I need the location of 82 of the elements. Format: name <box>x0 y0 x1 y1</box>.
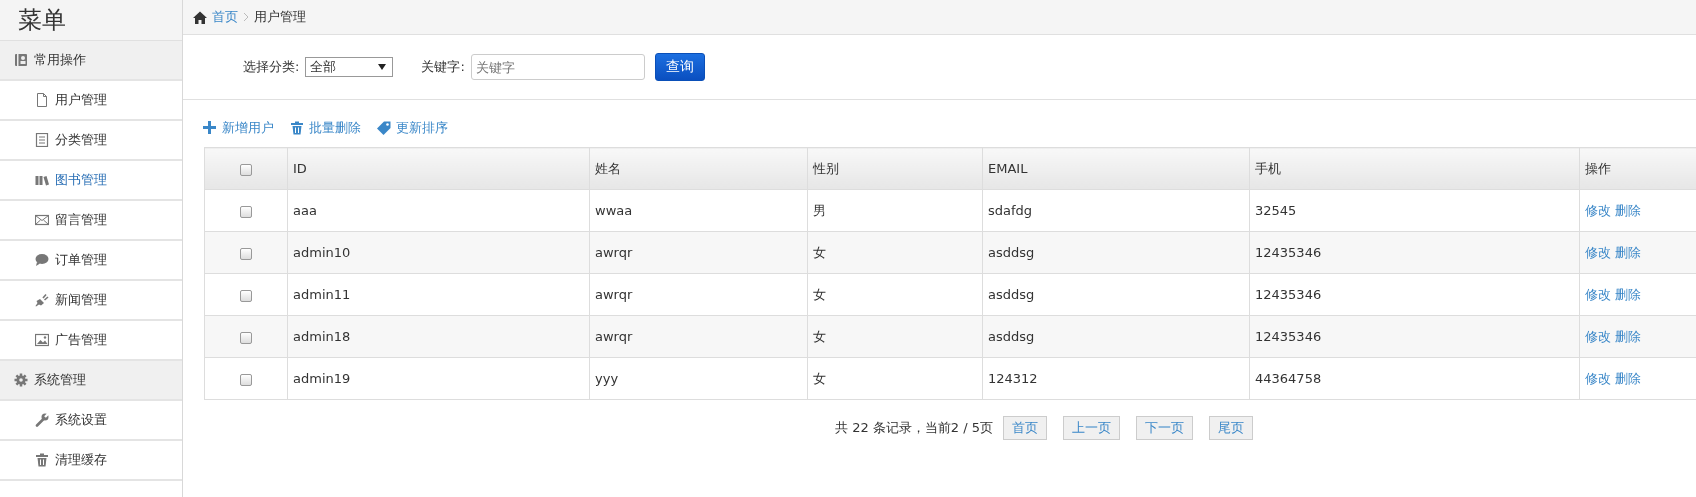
column-header: EMAIL <box>982 147 1250 190</box>
page-button[interactable]: 下一页 <box>1136 416 1193 440</box>
table-cell: 女 <box>807 357 983 400</box>
edit-link[interactable]: 修改 <box>1585 202 1611 218</box>
table-cell: 女 <box>807 273 983 316</box>
plug-icon <box>35 293 49 307</box>
column-header: 性别 <box>807 147 983 190</box>
edit-link[interactable]: 修改 <box>1585 328 1611 344</box>
search-button[interactable]: 查询 <box>654 53 705 81</box>
delete-link[interactable]: 删除 <box>1615 286 1641 302</box>
table-cell: yyy <box>589 357 808 400</box>
table-cell: awrqr <box>589 231 808 274</box>
table-cell: admin18 <box>287 315 590 358</box>
page-button[interactable]: 上一页 <box>1063 416 1120 440</box>
envelope-icon <box>35 213 49 227</box>
pagination-summary: 共 22 条记录，当前2 / 5页 <box>835 419 993 437</box>
column-header: ID <box>287 147 590 190</box>
document-icon <box>35 93 49 107</box>
column-header: 姓名 <box>589 147 808 190</box>
toolbar-link[interactable]: 更新排序 <box>377 117 448 139</box>
table-cell: 女 <box>807 231 983 274</box>
address-book-icon <box>14 53 28 67</box>
keyword-label: 关键字: <box>421 58 465 76</box>
table-cell: awrqr <box>589 273 808 316</box>
speech-bubble-icon <box>35 253 49 267</box>
table-cell: 124312 <box>982 357 1250 400</box>
table-cell: 12435346 <box>1249 273 1580 316</box>
column-header: 操作 <box>1579 147 1696 190</box>
page-button[interactable]: 首页 <box>1003 416 1047 440</box>
checkbox[interactable] <box>240 247 252 260</box>
breadcrumb-current: 用户管理 <box>254 8 306 26</box>
edit-link[interactable]: 修改 <box>1585 244 1611 260</box>
wrench-icon <box>35 413 49 427</box>
table-cell: 32545 <box>1249 189 1580 232</box>
table-cell: admin19 <box>287 357 590 400</box>
table-cell: admin10 <box>287 231 590 274</box>
keyword-field[interactable]: 关键字 <box>470 54 645 80</box>
menu-group-header[interactable]: 常用操作 <box>0 41 182 81</box>
table-cell: 12435346 <box>1249 315 1580 358</box>
delete-link[interactable]: 删除 <box>1615 202 1641 218</box>
table-cell: sdafdg <box>982 189 1250 232</box>
delete-link[interactable]: 删除 <box>1615 244 1641 260</box>
table-cell: admin11 <box>287 273 590 316</box>
checkbox[interactable] <box>240 205 252 218</box>
image-icon <box>35 333 49 347</box>
delete-link[interactable]: 删除 <box>1615 328 1641 344</box>
toolbar-link[interactable]: 新增用户 <box>203 117 274 139</box>
list-icon <box>35 133 49 147</box>
table-cell: 44364758 <box>1249 357 1580 400</box>
table-cell: awrqr <box>589 315 808 358</box>
table-cell: 12435346 <box>1249 231 1580 274</box>
trash-icon <box>290 121 304 135</box>
table-cell: asddsg <box>982 273 1250 316</box>
gear-icon <box>14 373 28 387</box>
menu-title: 菜单 <box>0 0 182 41</box>
column-header: 手机 <box>1249 147 1580 190</box>
edit-link[interactable]: 修改 <box>1585 370 1611 386</box>
table-cell: 男 <box>807 189 983 232</box>
table-cell: wwaa <box>589 189 808 232</box>
delete-link[interactable]: 删除 <box>1615 370 1641 386</box>
breadcrumb-link[interactable]: 首页 <box>212 8 238 26</box>
table-cell: 女 <box>807 315 983 358</box>
table-cell: asddsg <box>982 231 1250 274</box>
checkbox[interactable] <box>240 331 252 344</box>
category-dropdown[interactable]: 全部 <box>305 57 394 77</box>
chevron-right-icon <box>243 12 249 22</box>
trash-icon <box>35 453 49 467</box>
books-icon <box>35 173 49 187</box>
plus-icon <box>203 121 217 135</box>
home-icon <box>193 10 207 24</box>
edit-link[interactable]: 修改 <box>1585 286 1611 302</box>
checkbox[interactable] <box>240 163 252 176</box>
checkbox[interactable] <box>240 373 252 386</box>
caret-down-icon <box>378 64 387 70</box>
toolbar-link[interactable]: 批量删除 <box>290 117 361 139</box>
tag-icon <box>377 121 391 135</box>
table-cell: asddsg <box>982 315 1250 358</box>
page-button[interactable]: 尾页 <box>1209 416 1253 440</box>
table-cell: aaa <box>287 189 590 232</box>
checkbox[interactable] <box>240 289 252 302</box>
category-label: 选择分类: <box>243 58 300 76</box>
menu-group-header[interactable]: 系统管理 <box>0 361 182 401</box>
